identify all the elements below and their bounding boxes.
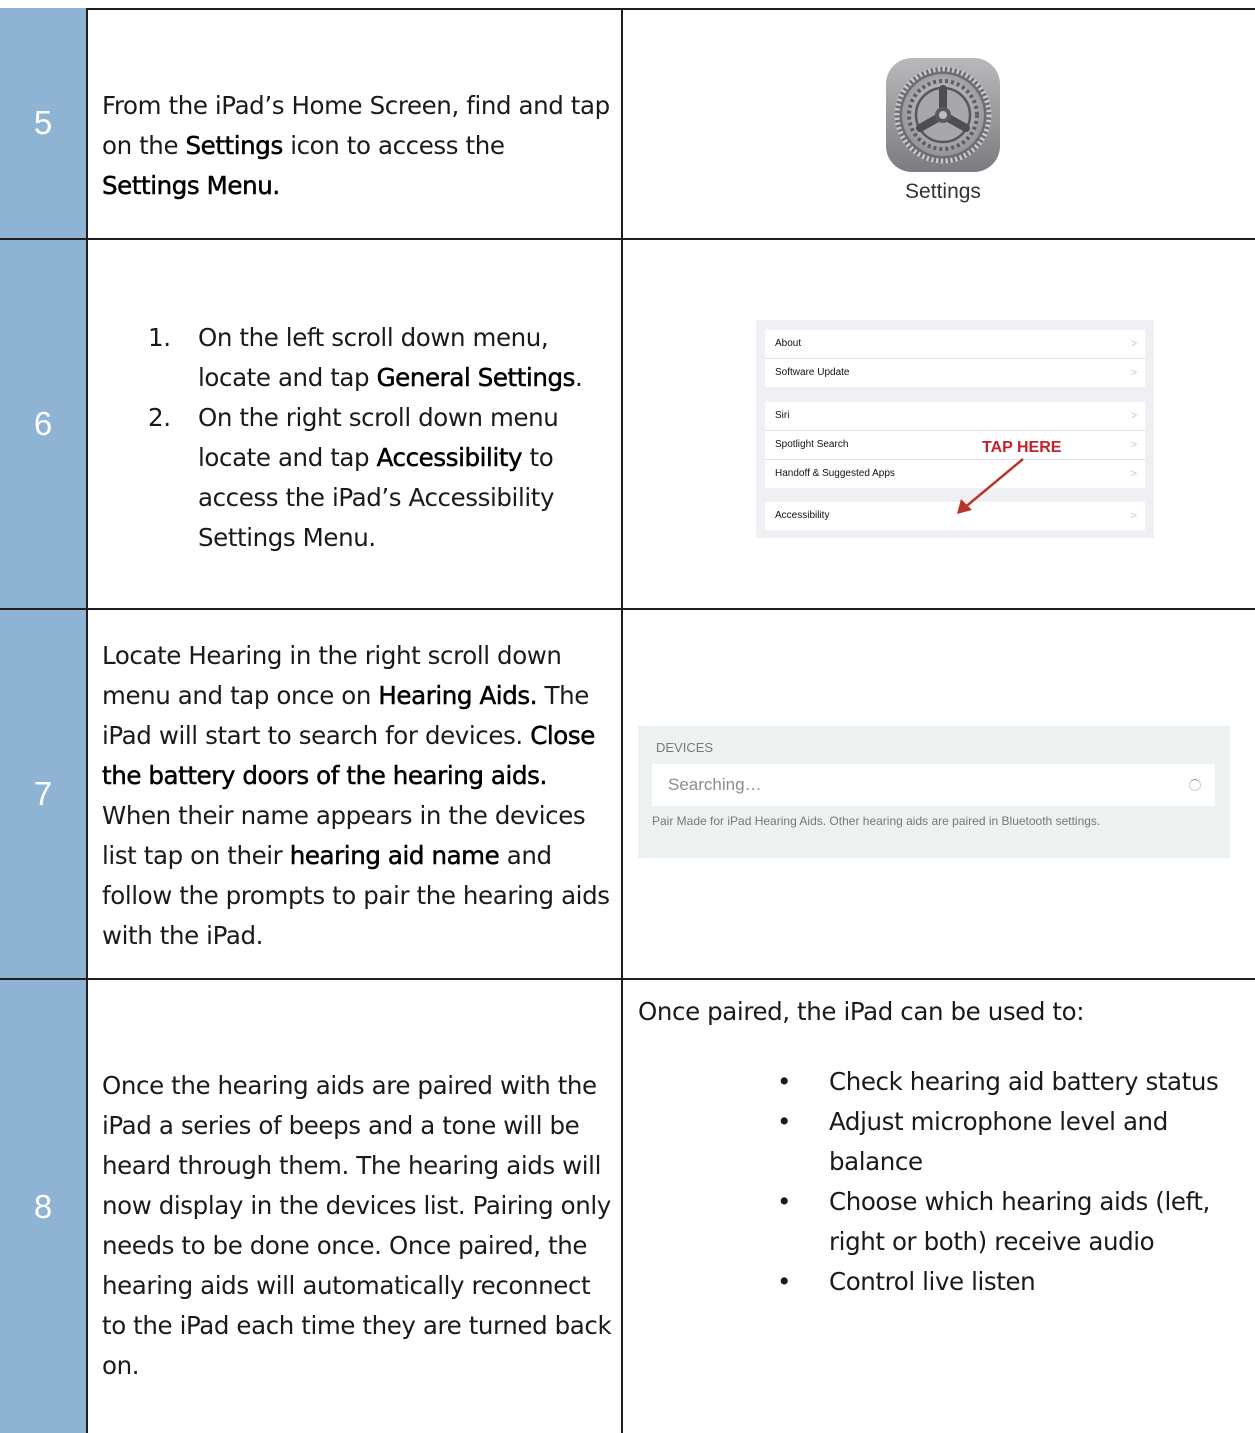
instruction-emphasis: hearing aid name <box>289 841 500 871</box>
step-text-cell: 1. On the left scroll down menu, locate … <box>88 240 621 610</box>
settings-gear-icon <box>886 58 1000 172</box>
settings-group-about: About > Software Update > <box>765 330 1145 387</box>
menu-item-software-update[interactable]: Software Update > <box>765 359 1145 387</box>
chevron-right-icon: > <box>1130 510 1137 522</box>
list-number: 1. <box>148 323 171 352</box>
chevron-right-icon: > <box>1130 338 1137 350</box>
devices-list[interactable]: Searching… <box>652 764 1215 806</box>
instruction-emphasis: General Settings <box>376 363 576 393</box>
instruction-emphasis: Hearing Aids. <box>378 681 538 711</box>
step-number: 8 <box>33 1187 53 1225</box>
instruction-emphasis: Accessibility <box>376 443 523 473</box>
list-item: • Choose which hearing aids (left, right … <box>773 1182 1253 1262</box>
chevron-right-icon: > <box>1130 367 1137 379</box>
chevron-right-icon: > <box>1130 439 1137 451</box>
general-settings-screenshot: About > Software Update > Siri > Spotlight … <box>756 320 1154 538</box>
list-item: • Check hearing aid battery status <box>773 1062 1253 1102</box>
capabilities-list: • Check hearing aid battery status • Adjus… <box>773 1062 1253 1302</box>
instruction-text: . <box>575 363 583 392</box>
list-number: 2. <box>148 403 171 432</box>
step-text-cell: Locate Hearing in the right scroll down … <box>88 610 621 980</box>
step-number: 6 <box>33 405 53 442</box>
devices-header: DEVICES <box>656 740 714 755</box>
list-item: • Control live listen <box>773 1262 1253 1302</box>
chevron-right-icon: > <box>1130 410 1137 422</box>
step-row-7: 7 Locate Hearing in the right scroll dow… <box>0 610 1255 980</box>
menu-item-about[interactable]: About > <box>765 330 1145 359</box>
arrow-icon <box>957 458 1024 514</box>
list-item: • Adjust microphone level and balance <box>773 1102 1253 1182</box>
step-image-cell: About > Software Update > Siri > Spotlight … <box>621 240 1255 610</box>
step-instructions: From the iPad’s Home Screen, find and ta… <box>102 86 617 206</box>
step-number-cell: 8 <box>0 980 88 1433</box>
step-instructions: Once the hearing aids are paired with th… <box>102 1071 612 1380</box>
step-row-6: 6 1. On the left scroll down menu, locat… <box>0 240 1255 610</box>
step-number: 7 <box>33 775 53 812</box>
step-image-cell: DEVICES Searching… Pair Made for iPad He… <box>621 610 1255 980</box>
step-number-cell: 6 <box>0 240 88 610</box>
step-row-8: 8 Once the hearing aids are paired with … <box>0 980 1255 1433</box>
instruction-table: 5 From the iPad’s Home Screen, find and … <box>0 0 1255 1433</box>
step-number-cell: 5 <box>0 8 88 240</box>
menu-item-siri[interactable]: Siri > <box>765 402 1145 431</box>
bullet-icon: • <box>777 1187 792 1216</box>
chevron-right-icon: > <box>1130 468 1137 480</box>
instruction-text: icon to access the <box>282 131 505 160</box>
step-number-cell: 7 <box>0 610 88 980</box>
loading-spinner-icon <box>1189 779 1201 791</box>
instruction-emphasis: Settings <box>185 131 283 161</box>
instruction-emphasis: Settings Menu. <box>102 171 281 201</box>
searching-status: Searching… <box>668 775 762 794</box>
pairing-note: Pair Made for iPad Hearing Aids. Other h… <box>652 814 1101 828</box>
step-row-5: 5 From the iPad’s Home Screen, find and … <box>0 8 1255 240</box>
step-detail-cell: Once paired, the iPad can be used to: • C… <box>621 980 1255 1433</box>
capabilities-intro: Once paired, the iPad can be used to: <box>638 997 1085 1026</box>
step-number: 5 <box>33 104 53 141</box>
hearing-devices-screenshot: DEVICES Searching… Pair Made for iPad He… <box>638 726 1230 858</box>
step-text-cell: From the iPad’s Home Screen, find and ta… <box>88 8 621 240</box>
bullet-icon: • <box>777 1107 792 1136</box>
list-item: 2. On the right scroll down menu locate … <box>138 398 608 558</box>
step-instructions: Locate Hearing in the right scroll down … <box>102 636 617 956</box>
bullet-icon: • <box>777 1067 792 1096</box>
step-image-cell: Settings <box>621 8 1255 240</box>
list-item: 1. On the left scroll down menu, locate … <box>138 318 608 398</box>
step-text-cell: Once the hearing aids are paired with th… <box>88 980 621 1433</box>
numbered-instructions: 1. On the left scroll down menu, locate … <box>138 318 608 558</box>
settings-app-illustration: Settings <box>878 56 1008 216</box>
settings-icon-label: Settings <box>905 180 981 203</box>
bullet-icon: • <box>777 1267 792 1296</box>
